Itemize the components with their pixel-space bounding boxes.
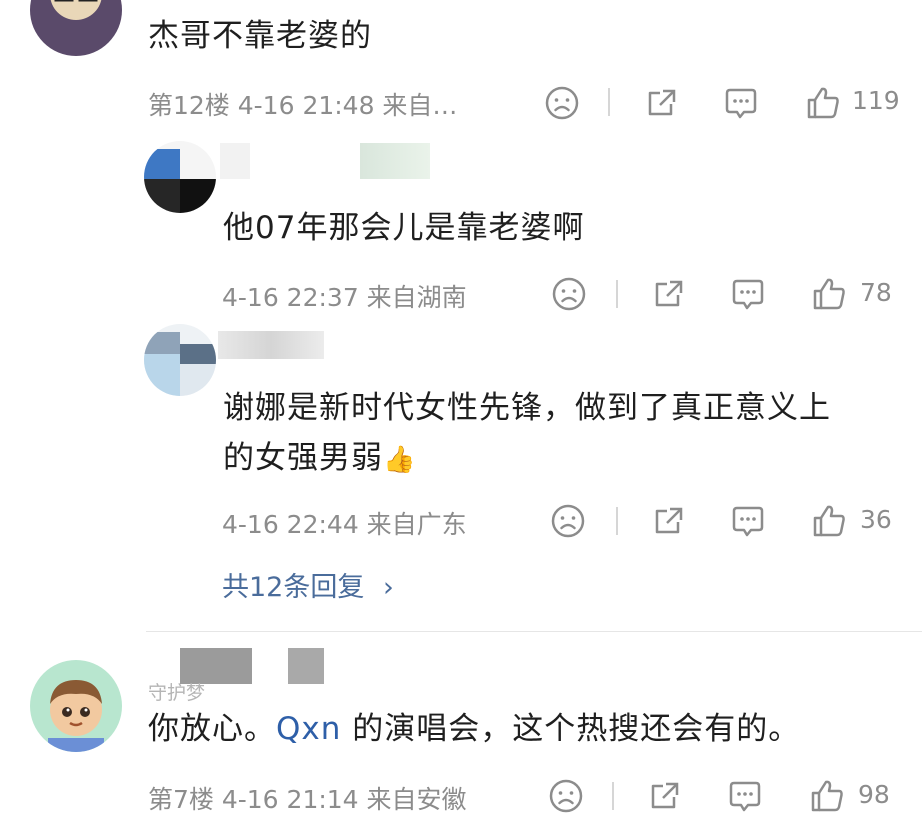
- comment-meta: 第7楼 4-16 21:14 来自安徽: [148, 785, 467, 814]
- share-icon[interactable]: [650, 275, 688, 313]
- sad-face-icon[interactable]: [543, 84, 581, 122]
- comment-icon[interactable]: [726, 777, 764, 815]
- share-icon[interactable]: [650, 502, 688, 540]
- avatar[interactable]: [30, 0, 122, 56]
- username-redacted: [220, 143, 250, 179]
- comment-text: 杰哥不靠老婆的: [148, 18, 372, 54]
- username-partial: 守护梦: [148, 682, 206, 704]
- share-icon[interactable]: [646, 777, 684, 815]
- like-count: 78: [860, 278, 892, 307]
- share-icon[interactable]: [643, 84, 681, 122]
- thumbs-up-icon[interactable]: [804, 84, 842, 122]
- avatar[interactable]: [144, 141, 216, 213]
- divider: [616, 280, 618, 308]
- comment-text: 他07年那会儿是靠老婆啊: [223, 210, 585, 246]
- like-count: 119: [852, 86, 900, 115]
- like-count: 36: [860, 505, 892, 534]
- like-count: 98: [858, 780, 890, 809]
- comment-icon[interactable]: [722, 84, 760, 122]
- search-link[interactable]: Qxn: [276, 711, 341, 747]
- comment-icon[interactable]: [729, 275, 767, 313]
- sad-face-icon[interactable]: [547, 777, 585, 815]
- view-replies-label: 共12条回复: [222, 572, 365, 603]
- divider: [146, 631, 922, 632]
- thumbs-up-emoji: 👍: [383, 445, 417, 475]
- username-redacted: [218, 331, 324, 359]
- badge-redacted: [360, 143, 430, 179]
- comment-text: 你放心。Qxn 的演唱会，这个热搜还会有的。: [148, 711, 801, 747]
- username-redacted-2: [288, 648, 324, 684]
- divider: [608, 88, 610, 116]
- chevron-right-icon: ›: [382, 572, 394, 603]
- comment-meta: 4-16 22:44 来自广东: [222, 510, 467, 539]
- avatar[interactable]: [144, 324, 216, 396]
- thumbs-up-icon[interactable]: [810, 275, 848, 313]
- thumbs-up-icon[interactable]: [810, 502, 848, 540]
- divider: [616, 507, 618, 535]
- sad-face-icon[interactable]: [550, 275, 588, 313]
- comment-meta: 第12楼 4-16 21:48 来自…: [148, 91, 458, 120]
- divider: [612, 782, 614, 810]
- comment-text-line1: 谢娜是新时代女性先锋，做到了真正意义上: [223, 390, 831, 426]
- view-replies-link[interactable]: 共12条回复 ›: [222, 565, 394, 604]
- comment-meta: 4-16 22:37 来自湖南: [222, 283, 467, 312]
- sad-face-icon[interactable]: [549, 502, 587, 540]
- comment-text-line2: 的女强男弱👍: [223, 440, 417, 476]
- avatar[interactable]: [30, 660, 122, 752]
- thumbs-up-icon[interactable]: [808, 777, 846, 815]
- comment-icon[interactable]: [729, 502, 767, 540]
